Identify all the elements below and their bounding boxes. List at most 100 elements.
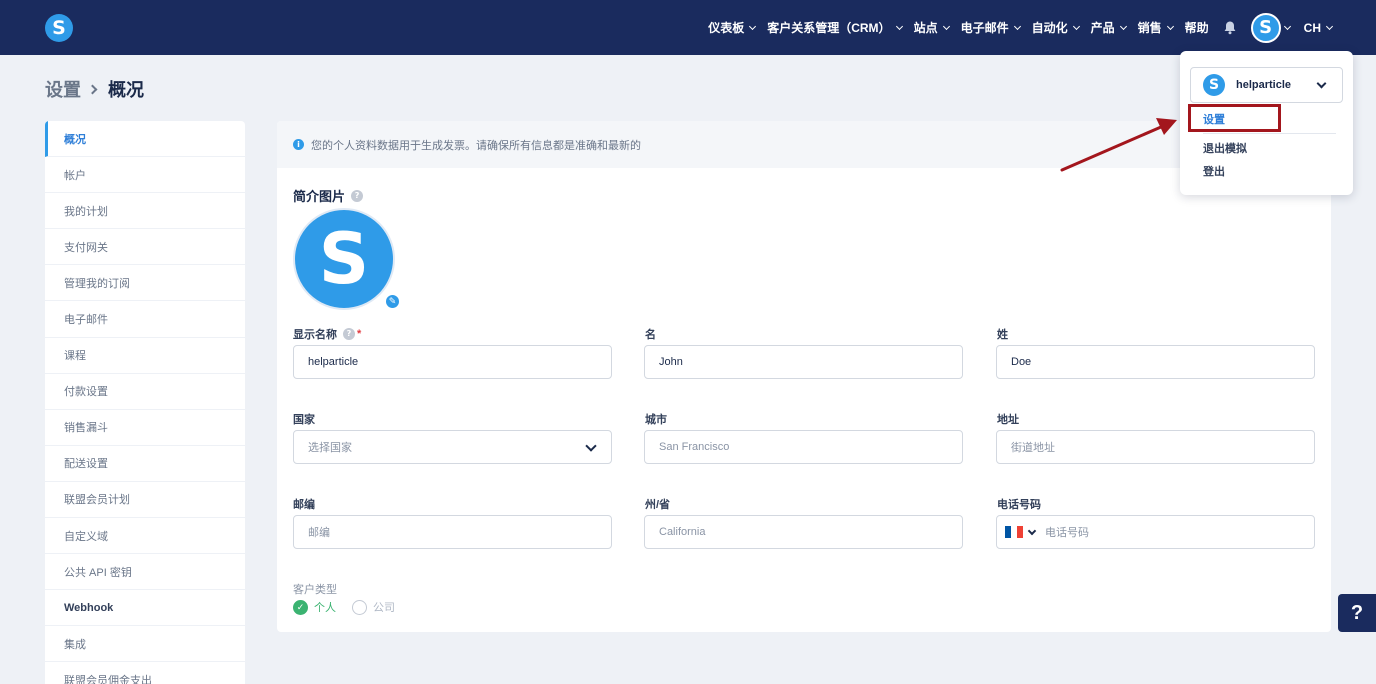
- avatar-chevron[interactable]: [1283, 22, 1291, 30]
- breadcrumb-root[interactable]: 设置: [45, 76, 81, 102]
- sidebar-item-overview[interactable]: 概况: [45, 121, 245, 158]
- sidebar-item-api-keys[interactable]: 公共 API 密钥: [45, 554, 245, 591]
- sidebar-item-my-plan[interactable]: 我的计划: [45, 193, 245, 230]
- sidebar-item-payment-settings[interactable]: 付款设置: [45, 374, 245, 410]
- menu-item-logout[interactable]: 登出: [1203, 163, 1225, 179]
- sidebar-item-subscriptions[interactable]: 管理我的订阅: [45, 265, 245, 302]
- sidebar-item-custom-domain[interactable]: 自定义域: [45, 518, 245, 555]
- menu-item-exit-impersonation[interactable]: 退出模拟: [1203, 140, 1247, 156]
- city-input[interactable]: San Francisco: [644, 430, 963, 464]
- sidebar-item-integrations[interactable]: 集成: [45, 626, 245, 663]
- country-label: 国家: [293, 414, 315, 426]
- nav-label: 自动化: [1031, 21, 1068, 35]
- chevron-down-icon: [1119, 22, 1127, 30]
- sidebar-item-email[interactable]: 电子邮件: [45, 301, 245, 338]
- help-floating-button[interactable]: ?: [1338, 594, 1376, 632]
- account-switcher[interactable]: S helparticle: [1190, 67, 1343, 103]
- nav-sales[interactable]: 销售: [1137, 19, 1174, 36]
- nav-label: 帮助: [1184, 21, 1209, 35]
- chevron-down-icon: [1166, 22, 1174, 30]
- nav-dashboard[interactable]: 仪表板: [708, 19, 757, 36]
- zip-input[interactable]: 邮编: [293, 515, 612, 549]
- language-selector[interactable]: CH: [1303, 20, 1334, 35]
- chevron-down-icon: [1316, 78, 1327, 89]
- required-marker: *: [357, 328, 362, 340]
- first-name-input[interactable]: John: [644, 345, 963, 379]
- city-placeholder: San Francisco: [659, 441, 730, 453]
- display-name-value: helparticle: [308, 356, 359, 368]
- chevron-down-icon: [749, 22, 757, 30]
- chevron-down-icon: [1283, 22, 1291, 30]
- chevron-down-icon: [942, 22, 950, 30]
- top-navbar: S 仪表板 客户关系管理（CRM） 站点 电子邮件 自动化 产品 销售 帮助 S…: [0, 0, 1376, 55]
- address-input[interactable]: 街道地址: [996, 430, 1315, 464]
- dropdown-username: helparticle: [1236, 79, 1292, 91]
- nav-label: 站点: [913, 21, 938, 35]
- app-logo[interactable]: S: [45, 14, 73, 42]
- breadcrumb: 设置 概况: [45, 76, 144, 102]
- profile-card: i 您的个人资料数据用于生成发票。请确保所有信息都是准确和最新的 简介图片 ? …: [277, 121, 1331, 632]
- language-label: CH: [1303, 20, 1321, 35]
- nav-automation[interactable]: 自动化: [1031, 19, 1080, 36]
- main-nav: 仪表板 客户关系管理（CRM） 站点 电子邮件 自动化 产品 销售 帮助 S C…: [696, 0, 1334, 55]
- bell-icon[interactable]: [1223, 20, 1237, 35]
- chevron-down-icon[interactable]: [1027, 526, 1037, 535]
- nav-products[interactable]: 产品: [1090, 19, 1127, 36]
- nav-label: 销售: [1137, 21, 1162, 35]
- first-name-value: John: [659, 356, 683, 368]
- highlight-box-annotation: [1188, 104, 1281, 132]
- country-select[interactable]: 选择国家: [293, 430, 612, 464]
- country-placeholder: 选择国家: [308, 442, 352, 454]
- chevron-right-icon: [87, 84, 98, 94]
- last-name-label: 姓: [997, 329, 1008, 341]
- phone-input[interactable]: 电话号码: [996, 515, 1315, 549]
- edit-pencil-icon[interactable]: ✎: [384, 293, 401, 310]
- customer-type-radio-group: ✓ 个人 公司: [293, 599, 395, 615]
- profile-picture-label: 简介图片: [293, 189, 346, 204]
- state-label: 州/省: [645, 499, 671, 511]
- state-placeholder: California: [659, 526, 706, 538]
- display-name-label: 显示名称 ? *: [293, 326, 361, 342]
- radio-individual-label[interactable]: 个人: [314, 599, 336, 615]
- nav-sites[interactable]: 站点: [913, 19, 950, 36]
- zip-label: 邮编: [293, 499, 315, 511]
- nav-label: 产品: [1090, 21, 1115, 35]
- chevron-down-icon: [1072, 22, 1080, 30]
- france-flag-icon[interactable]: [1005, 526, 1023, 538]
- chevron-down-icon: [1325, 22, 1334, 30]
- sidebar-item-sales-funnel[interactable]: 销售漏斗: [45, 410, 245, 446]
- sidebar-item-payment-gateway[interactable]: 支付网关: [45, 229, 245, 266]
- nav-label: 仪表板: [708, 21, 745, 35]
- first-name-label: 名: [645, 329, 656, 341]
- sidebar-item-webhook[interactable]: Webhook: [45, 590, 245, 627]
- display-name-label-text: 显示名称: [293, 329, 337, 341]
- last-name-input[interactable]: Doe: [996, 345, 1315, 379]
- last-name-value: Doe: [1011, 356, 1032, 368]
- radio-company[interactable]: [352, 599, 367, 615]
- sidebar-item-shipping[interactable]: 配送设置: [45, 446, 245, 482]
- nav-email[interactable]: 电子邮件: [961, 19, 1021, 36]
- sidebar-item-courses[interactable]: 课程: [45, 338, 245, 374]
- nav-label: 客户关系管理（CRM）: [767, 21, 891, 35]
- profile-picture-title: 简介图片 ?: [293, 186, 364, 205]
- sidebar-item-affiliate-payouts[interactable]: 联盟会员佣金支出: [45, 662, 245, 684]
- phone-placeholder: 电话号码: [1045, 527, 1089, 539]
- radio-company-label[interactable]: 公司: [373, 599, 395, 615]
- arrow-annotation-icon: [1060, 118, 1177, 172]
- user-avatar-button[interactable]: S: [1250, 12, 1281, 43]
- radio-individual[interactable]: ✓: [293, 599, 308, 615]
- sidebar-item-affiliate[interactable]: 联盟会员计划: [45, 482, 245, 519]
- nav-crm[interactable]: 客户关系管理（CRM）: [767, 19, 903, 36]
- info-icon: i: [293, 139, 304, 150]
- breadcrumb-current: 概况: [108, 80, 144, 100]
- help-icon[interactable]: ?: [351, 189, 364, 202]
- display-name-input[interactable]: helparticle: [293, 345, 612, 379]
- nav-help[interactable]: 帮助: [1185, 19, 1209, 36]
- state-input[interactable]: California: [644, 515, 963, 549]
- help-icon[interactable]: ?: [343, 328, 355, 340]
- sidebar-item-account[interactable]: 帐户: [45, 157, 245, 194]
- profile-picture: S: [293, 208, 395, 310]
- menu-divider: [1203, 133, 1336, 134]
- settings-sidebar: 概况 帐户 我的计划 支付网关 管理我的订阅 电子邮件 课程 付款设置 销售漏斗…: [45, 121, 245, 684]
- phone-label: 电话号码: [997, 499, 1041, 511]
